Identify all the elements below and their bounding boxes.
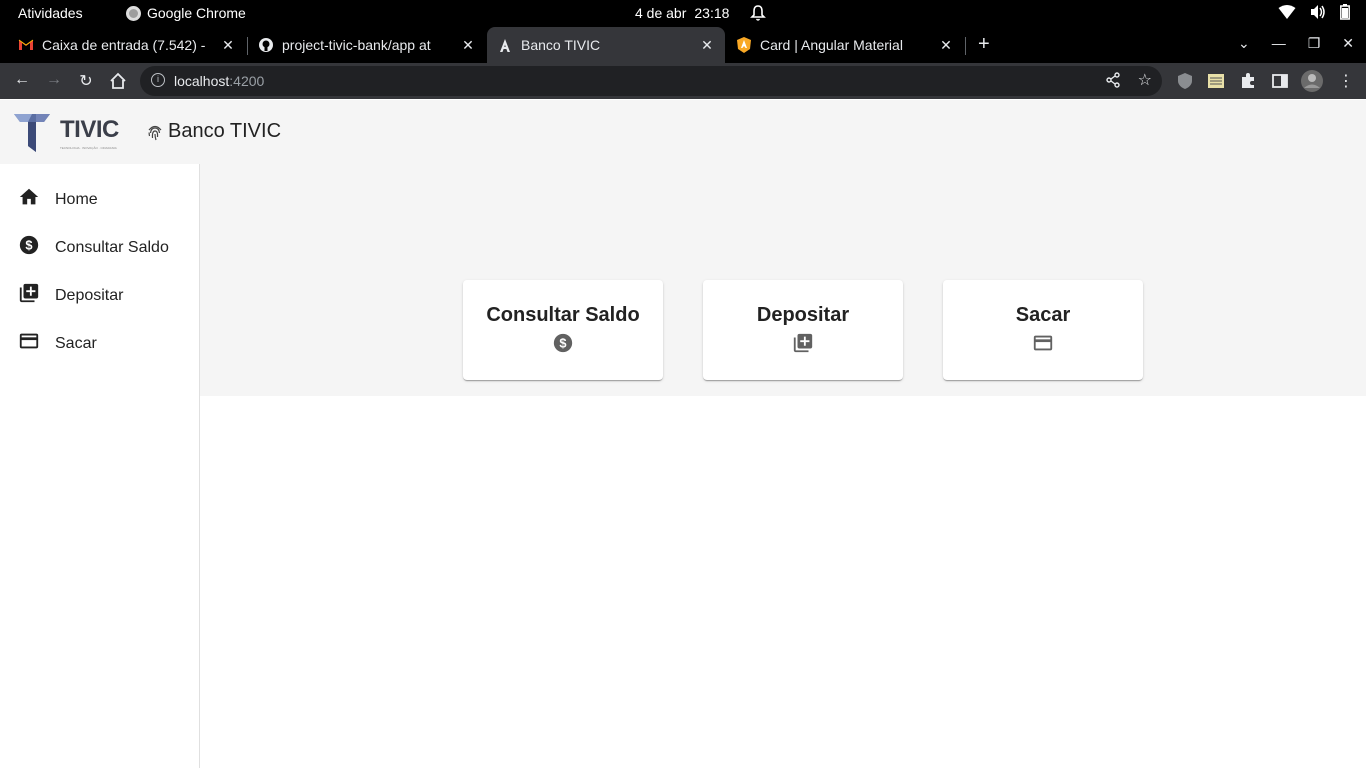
close-icon[interactable]: ✕ bbox=[220, 37, 236, 54]
home-icon bbox=[19, 188, 39, 205]
reload-icon[interactable]: ↻ bbox=[76, 71, 96, 91]
new-tab-button[interactable]: + bbox=[978, 33, 990, 56]
tab-angular-material[interactable]: Card | Angular Material ✕ bbox=[726, 27, 964, 63]
wifi-icon bbox=[1278, 5, 1296, 19]
sidebar-item-label: Home bbox=[55, 191, 98, 208]
tab-search-icon[interactable]: ⌄ bbox=[1238, 35, 1250, 52]
tivic-logo[interactable]: TIVIC TECNOLOGIA · INOVAÇÃO · CIDADANIA bbox=[14, 110, 124, 154]
bell-icon[interactable] bbox=[750, 4, 766, 22]
system-tray[interactable] bbox=[1278, 4, 1350, 20]
side-panel-icon[interactable] bbox=[1271, 72, 1289, 90]
angular-material-icon bbox=[736, 37, 752, 53]
share-icon[interactable] bbox=[1106, 72, 1120, 88]
date-label: 4 de abr bbox=[635, 5, 687, 21]
angular-icon bbox=[497, 37, 513, 53]
sidebar-item-home[interactable]: Home bbox=[0, 174, 199, 222]
app-name: Google Chrome bbox=[147, 5, 246, 21]
card-consultar-saldo[interactable]: Consultar Saldo $ bbox=[463, 280, 663, 380]
logo-tagline: TECNOLOGIA · INOVAÇÃO · CIDADANIA bbox=[60, 146, 117, 150]
sidebar-item-label: Sacar bbox=[55, 335, 97, 352]
os-top-bar: Atividades Google Chrome 4 de abr 23:18 bbox=[0, 0, 1366, 27]
app-menu[interactable]: Google Chrome bbox=[126, 5, 246, 21]
sidebar-item-label: Depositar bbox=[55, 287, 124, 304]
address-bar[interactable]: i localhost:4200 ☆ bbox=[140, 66, 1162, 96]
svg-text:$: $ bbox=[25, 238, 32, 253]
window-controls: ⌄ — ❐ ✕ bbox=[1238, 35, 1354, 52]
site-info-icon[interactable]: i bbox=[151, 73, 165, 87]
credit-card-icon bbox=[1033, 335, 1053, 351]
card-title: Sacar bbox=[1015, 304, 1071, 326]
tab-banco-tivic[interactable]: Banco TIVIC ✕ bbox=[487, 27, 725, 63]
github-icon bbox=[258, 37, 274, 53]
volume-icon bbox=[1311, 5, 1325, 19]
browser-toolbar: ← → ↻ i localhost:4200 ☆ ⋮ bbox=[0, 63, 1366, 99]
card-title: Depositar bbox=[756, 304, 850, 326]
card-title: Consultar Saldo bbox=[486, 304, 640, 326]
profile-avatar[interactable] bbox=[1300, 69, 1324, 93]
battery-icon bbox=[1340, 4, 1350, 20]
card-sacar[interactable]: Sacar bbox=[943, 280, 1143, 380]
time-label: 23:18 bbox=[694, 5, 730, 21]
tab-github[interactable]: project-tivic-bank/app at ✕ bbox=[248, 27, 486, 63]
tab-title: Banco TIVIC bbox=[521, 37, 601, 53]
tivic-logo-mark bbox=[14, 114, 50, 152]
close-icon[interactable]: ✕ bbox=[938, 37, 954, 54]
tab-title: Caixa de entrada (7.542) - bbox=[42, 37, 206, 53]
tab-strip: Caixa de entrada (7.542) - ✕ project-tiv… bbox=[0, 27, 1366, 63]
url-text[interactable]: localhost:4200 bbox=[174, 73, 264, 89]
svg-text:$: $ bbox=[559, 336, 566, 351]
logo-text: TIVIC bbox=[60, 116, 119, 143]
card-depositar[interactable]: Depositar bbox=[703, 280, 903, 380]
fingerprint-icon bbox=[148, 125, 162, 140]
sidebar-item-consultar-saldo[interactable]: $ Consultar Saldo bbox=[0, 222, 199, 270]
dollar-icon: $ bbox=[553, 333, 573, 353]
sidebar-item-label: Consultar Saldo bbox=[55, 239, 169, 256]
tab-title: Card | Angular Material bbox=[760, 37, 903, 53]
app-header: TIVIC TECNOLOGIA · INOVAÇÃO · CIDADANIA … bbox=[0, 100, 1366, 164]
app-title: Banco TIVIC bbox=[168, 120, 282, 142]
extension-sheet-icon[interactable] bbox=[1207, 72, 1225, 90]
sidebar-item-sacar[interactable]: Sacar bbox=[0, 318, 199, 366]
chrome-icon bbox=[126, 5, 141, 21]
tab-separator bbox=[965, 37, 966, 55]
clock[interactable]: 4 de abr 23:18 bbox=[635, 5, 729, 21]
tab-gmail[interactable]: Caixa de entrada (7.542) - ✕ bbox=[8, 27, 246, 63]
home-button-icon[interactable] bbox=[108, 72, 128, 90]
close-icon[interactable]: ✕ bbox=[699, 37, 715, 54]
activities-button[interactable]: Atividades bbox=[18, 5, 83, 21]
minimize-button[interactable]: — bbox=[1272, 35, 1286, 52]
tab-title: project-tivic-bank/app at bbox=[282, 37, 431, 53]
extension-shield-icon[interactable] bbox=[1176, 72, 1194, 90]
restore-button[interactable]: ❐ bbox=[1308, 35, 1321, 52]
extensions-puzzle-icon[interactable] bbox=[1239, 72, 1257, 90]
library-add-icon bbox=[793, 333, 813, 353]
url-port: :4200 bbox=[229, 73, 265, 89]
url-host: localhost bbox=[174, 73, 230, 89]
sidebar-nav: Home $ Consultar Saldo Depositar Sacar bbox=[0, 164, 200, 768]
app-brand: Banco TIVIC bbox=[146, 120, 281, 143]
back-icon[interactable]: ← bbox=[12, 71, 32, 89]
library-add-icon bbox=[19, 283, 39, 303]
sidebar-item-depositar[interactable]: Depositar bbox=[0, 270, 199, 318]
forward-icon[interactable]: → bbox=[44, 71, 64, 89]
main-content: Consultar Saldo $ Depositar Sacar bbox=[200, 164, 1366, 396]
dollar-icon: $ bbox=[19, 235, 39, 255]
credit-card-icon bbox=[19, 333, 39, 349]
gmail-icon bbox=[18, 37, 34, 53]
close-icon[interactable]: ✕ bbox=[460, 37, 476, 54]
chrome-menu-icon[interactable]: ⋮ bbox=[1336, 71, 1356, 91]
bookmark-star-icon[interactable]: ☆ bbox=[1138, 70, 1152, 90]
close-window-button[interactable]: ✕ bbox=[1342, 35, 1354, 52]
